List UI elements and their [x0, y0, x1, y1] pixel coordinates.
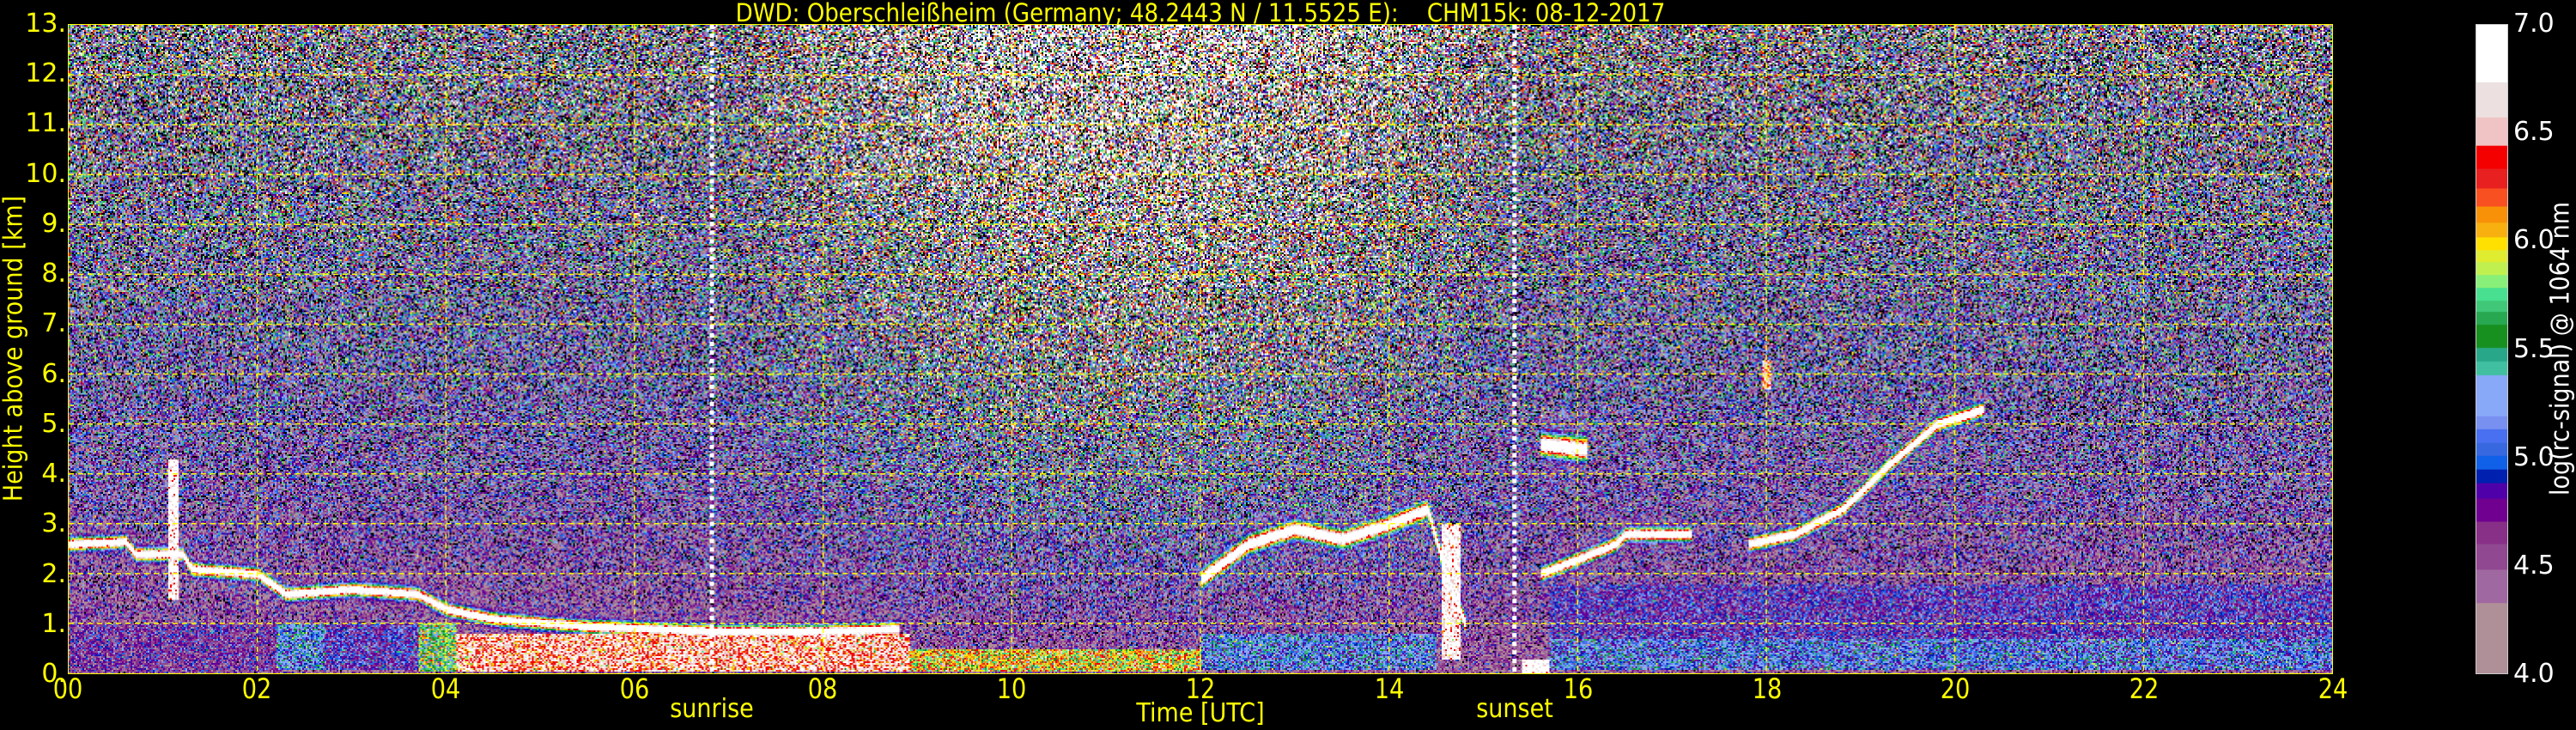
x-tick-label: 04	[430, 672, 460, 705]
y-tick-label: 4.	[41, 459, 66, 490]
x-tick-label: 20	[1941, 672, 1971, 705]
y-tick-label: 1.	[41, 608, 66, 639]
y-tick-label: 6.	[41, 358, 66, 389]
grid-overlay	[69, 25, 2332, 673]
y-tick-label: 8.	[41, 259, 66, 289]
y-tick-label: 3.	[41, 508, 66, 539]
x-tick-label: 08	[808, 672, 838, 705]
y-tick-label: 5.	[41, 408, 66, 439]
x-tick-label: 10	[996, 672, 1027, 705]
x-tick-label: 22	[2129, 672, 2160, 705]
colorbar-tick-label: 7.0	[2513, 9, 2555, 39]
y-tick-label: 9.	[41, 208, 66, 239]
colorbar-label: log(rc-signal) @ 1064 nm	[2545, 201, 2576, 496]
y-tick-label: 7.	[41, 308, 66, 339]
colorbar	[2476, 24, 2508, 674]
x-tick-label: 24	[2318, 672, 2348, 705]
y-axis-label: Height above ground [km]	[0, 195, 29, 502]
x-tick-label: 16	[1563, 672, 1593, 705]
colorbar-tick-label: 4.0	[2513, 659, 2555, 689]
sunset-label: sunset	[1476, 694, 1553, 724]
x-tick-label: 02	[241, 672, 272, 705]
x-tick-label: 00	[52, 672, 83, 705]
y-tick-label: 11.	[25, 108, 66, 139]
y-tick-label: 12.	[25, 58, 66, 89]
sunrise-label: sunrise	[669, 694, 754, 724]
plot-area	[68, 24, 2333, 674]
colorbar-tick-label: 6.5	[2513, 117, 2555, 148]
y-tick-label: 10.	[25, 158, 66, 189]
x-tick-label: 18	[1752, 672, 1782, 705]
x-tick-label: 12	[1185, 672, 1216, 705]
colorbar-tick-label: 4.5	[2513, 550, 2555, 581]
x-tick-label: 14	[1374, 672, 1405, 705]
y-tick-label: 13.	[25, 9, 66, 39]
y-tick-label: 2.	[41, 558, 66, 589]
x-tick-label: 06	[619, 672, 649, 705]
colorbar-gradient	[2476, 25, 2507, 673]
